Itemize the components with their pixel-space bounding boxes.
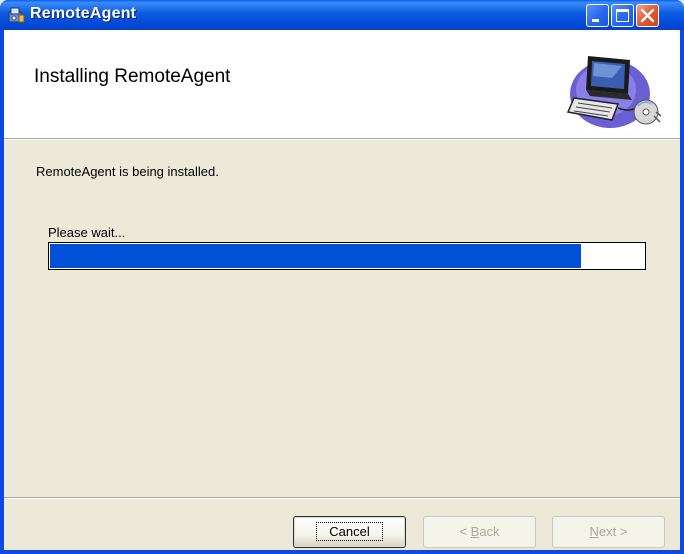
window-frame-bottom	[0, 550, 684, 554]
progress-fill	[50, 244, 582, 268]
installer-app-icon	[8, 7, 25, 23]
header-banner: Installing RemoteAgent	[4, 30, 680, 138]
cancel-button-label: Cancel	[316, 522, 383, 541]
computer-cd-icon	[566, 56, 662, 128]
title-bar[interactable]: RemoteAgent	[0, 0, 684, 30]
install-progress-bar	[48, 242, 646, 270]
close-icon	[640, 8, 655, 23]
back-button-label: ack	[479, 524, 500, 539]
banner-divider-highlight	[4, 139, 680, 140]
back-button[interactable]: < Back	[423, 516, 536, 548]
please-wait-label: Please wait...	[48, 225, 126, 240]
install-status-text: RemoteAgent is being installed.	[36, 164, 219, 179]
page-title: Installing RemoteAgent	[34, 66, 231, 87]
next-button[interactable]: Next >	[552, 516, 665, 548]
installer-window: RemoteAgent Installing RemoteAgent Remot…	[0, 0, 684, 554]
dialog-client-area: Installing RemoteAgent RemoteAgent is be…	[4, 30, 680, 550]
maximize-icon	[616, 9, 629, 22]
back-button-prefix: <	[459, 524, 471, 539]
window-title: RemoteAgent	[30, 5, 137, 22]
footer-divider-highlight	[4, 498, 680, 499]
next-button-label: ext >	[598, 524, 628, 539]
minimize-icon	[592, 19, 599, 22]
maximize-button[interactable]	[611, 4, 634, 27]
window-frame-right	[680, 30, 684, 554]
close-button[interactable]	[636, 4, 659, 27]
next-button-accesskey: N	[589, 524, 599, 539]
minimize-button[interactable]	[586, 4, 609, 27]
cancel-button[interactable]: Cancel	[293, 516, 406, 548]
